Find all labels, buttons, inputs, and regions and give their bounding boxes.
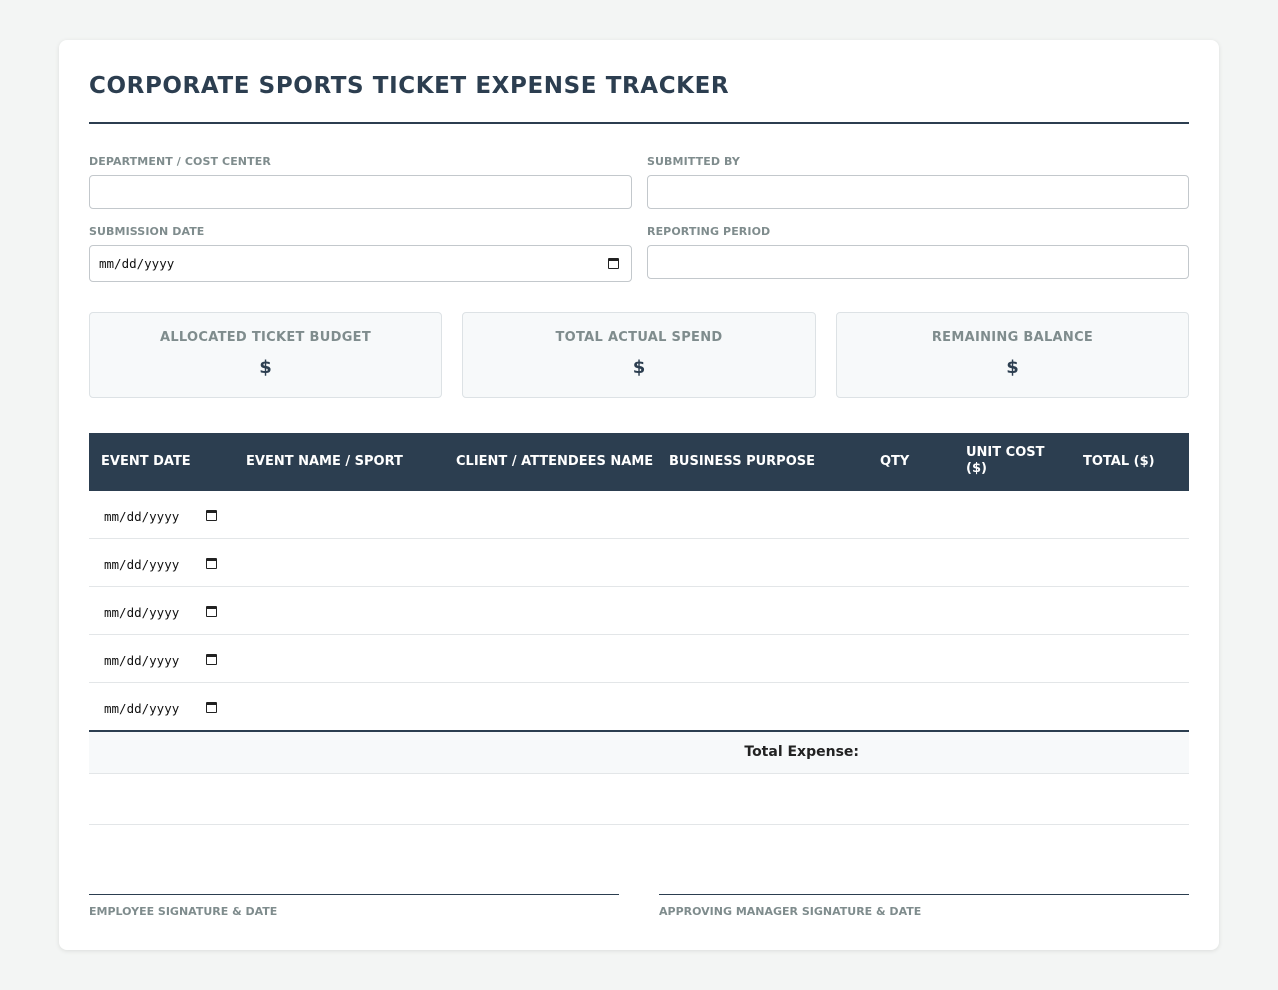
header-total: TOTAL ($) bbox=[1083, 454, 1155, 469]
event-date-input[interactable]: mm/dd/yyyy bbox=[104, 554, 179, 573]
totals-row: Total Expense: bbox=[89, 732, 1189, 774]
table-row: mm/dd/yyyy bbox=[89, 587, 1189, 635]
spend-value: $ bbox=[632, 357, 646, 378]
calendar-icon[interactable] bbox=[608, 258, 619, 269]
header-event-date: EVENT DATE bbox=[101, 454, 191, 469]
table-header: EVENT DATE EVENT NAME / SPORT CLIENT / A… bbox=[89, 433, 1189, 491]
total-expense-label: Total Expense: bbox=[744, 744, 859, 760]
calendar-icon[interactable] bbox=[206, 702, 217, 713]
header-unit-cost: UNIT COST ($) bbox=[966, 445, 1045, 476]
table-row: mm/dd/yyyy bbox=[89, 683, 1189, 731]
budget-summary-box: ALLOCATED TICKET BUDGET $ bbox=[89, 312, 442, 398]
department-input[interactable] bbox=[89, 175, 632, 209]
header-qty: QTY bbox=[880, 454, 910, 469]
date-placeholder: mm/dd/yyyy bbox=[104, 653, 180, 668]
budget-label: ALLOCATED TICKET BUDGET bbox=[159, 330, 372, 345]
submission-date-input[interactable]: mm/dd/yyyy bbox=[89, 245, 632, 282]
reporting-period-label: REPORTING PERIOD bbox=[647, 225, 771, 238]
page-title: CORPORATE SPORTS TICKET EXPENSE TRACKER bbox=[89, 73, 730, 99]
calendar-icon[interactable] bbox=[206, 510, 217, 521]
employee-signature-label: EMPLOYEE SIGNATURE & DATE bbox=[89, 905, 278, 918]
calendar-icon[interactable] bbox=[206, 654, 217, 665]
header-client: CLIENT / ATTENDEES NAME bbox=[456, 454, 654, 469]
reporting-period-input[interactable] bbox=[647, 245, 1189, 279]
department-label: DEPARTMENT / COST CENTER bbox=[89, 155, 271, 168]
event-date-input[interactable]: mm/dd/yyyy bbox=[104, 698, 179, 717]
date-placeholder: mm/dd/yyyy bbox=[104, 557, 180, 572]
balance-summary-box: REMAINING BALANCE $ bbox=[836, 312, 1189, 398]
calendar-icon[interactable] bbox=[206, 558, 217, 569]
expense-tracker-card: CORPORATE SPORTS TICKET EXPENSE TRACKER … bbox=[59, 40, 1219, 950]
submission-date-label: SUBMISSION DATE bbox=[89, 225, 205, 238]
employee-signature-line[interactable] bbox=[89, 894, 619, 895]
date-placeholder: mm/dd/yyyy bbox=[99, 256, 175, 271]
header-event-name: EVENT NAME / SPORT bbox=[246, 454, 403, 469]
date-placeholder: mm/dd/yyyy bbox=[104, 701, 180, 716]
title-divider bbox=[89, 122, 1189, 124]
spend-summary-box: TOTAL ACTUAL SPEND $ bbox=[462, 312, 816, 398]
event-date-input[interactable]: mm/dd/yyyy bbox=[104, 506, 179, 525]
submitted-by-input[interactable] bbox=[647, 175, 1189, 209]
event-date-input[interactable]: mm/dd/yyyy bbox=[104, 602, 179, 621]
manager-signature-label: APPROVING MANAGER SIGNATURE & DATE bbox=[659, 905, 922, 918]
header-purpose: BUSINESS PURPOSE bbox=[669, 454, 816, 469]
blank-row bbox=[89, 774, 1189, 825]
table-row: mm/dd/yyyy bbox=[89, 539, 1189, 587]
table-row: mm/dd/yyyy bbox=[89, 491, 1189, 539]
balance-value: $ bbox=[1006, 357, 1019, 378]
date-placeholder: mm/dd/yyyy bbox=[104, 605, 180, 620]
table-row: mm/dd/yyyy bbox=[89, 635, 1189, 683]
event-date-input[interactable]: mm/dd/yyyy bbox=[104, 650, 179, 669]
spend-label: TOTAL ACTUAL SPEND bbox=[555, 330, 723, 345]
submitted-by-label: SUBMITTED BY bbox=[647, 155, 740, 168]
budget-value: $ bbox=[259, 357, 272, 378]
balance-label: REMAINING BALANCE bbox=[931, 330, 1094, 345]
calendar-icon[interactable] bbox=[206, 606, 217, 617]
manager-signature-line[interactable] bbox=[659, 894, 1189, 895]
date-placeholder: mm/dd/yyyy bbox=[104, 509, 180, 524]
